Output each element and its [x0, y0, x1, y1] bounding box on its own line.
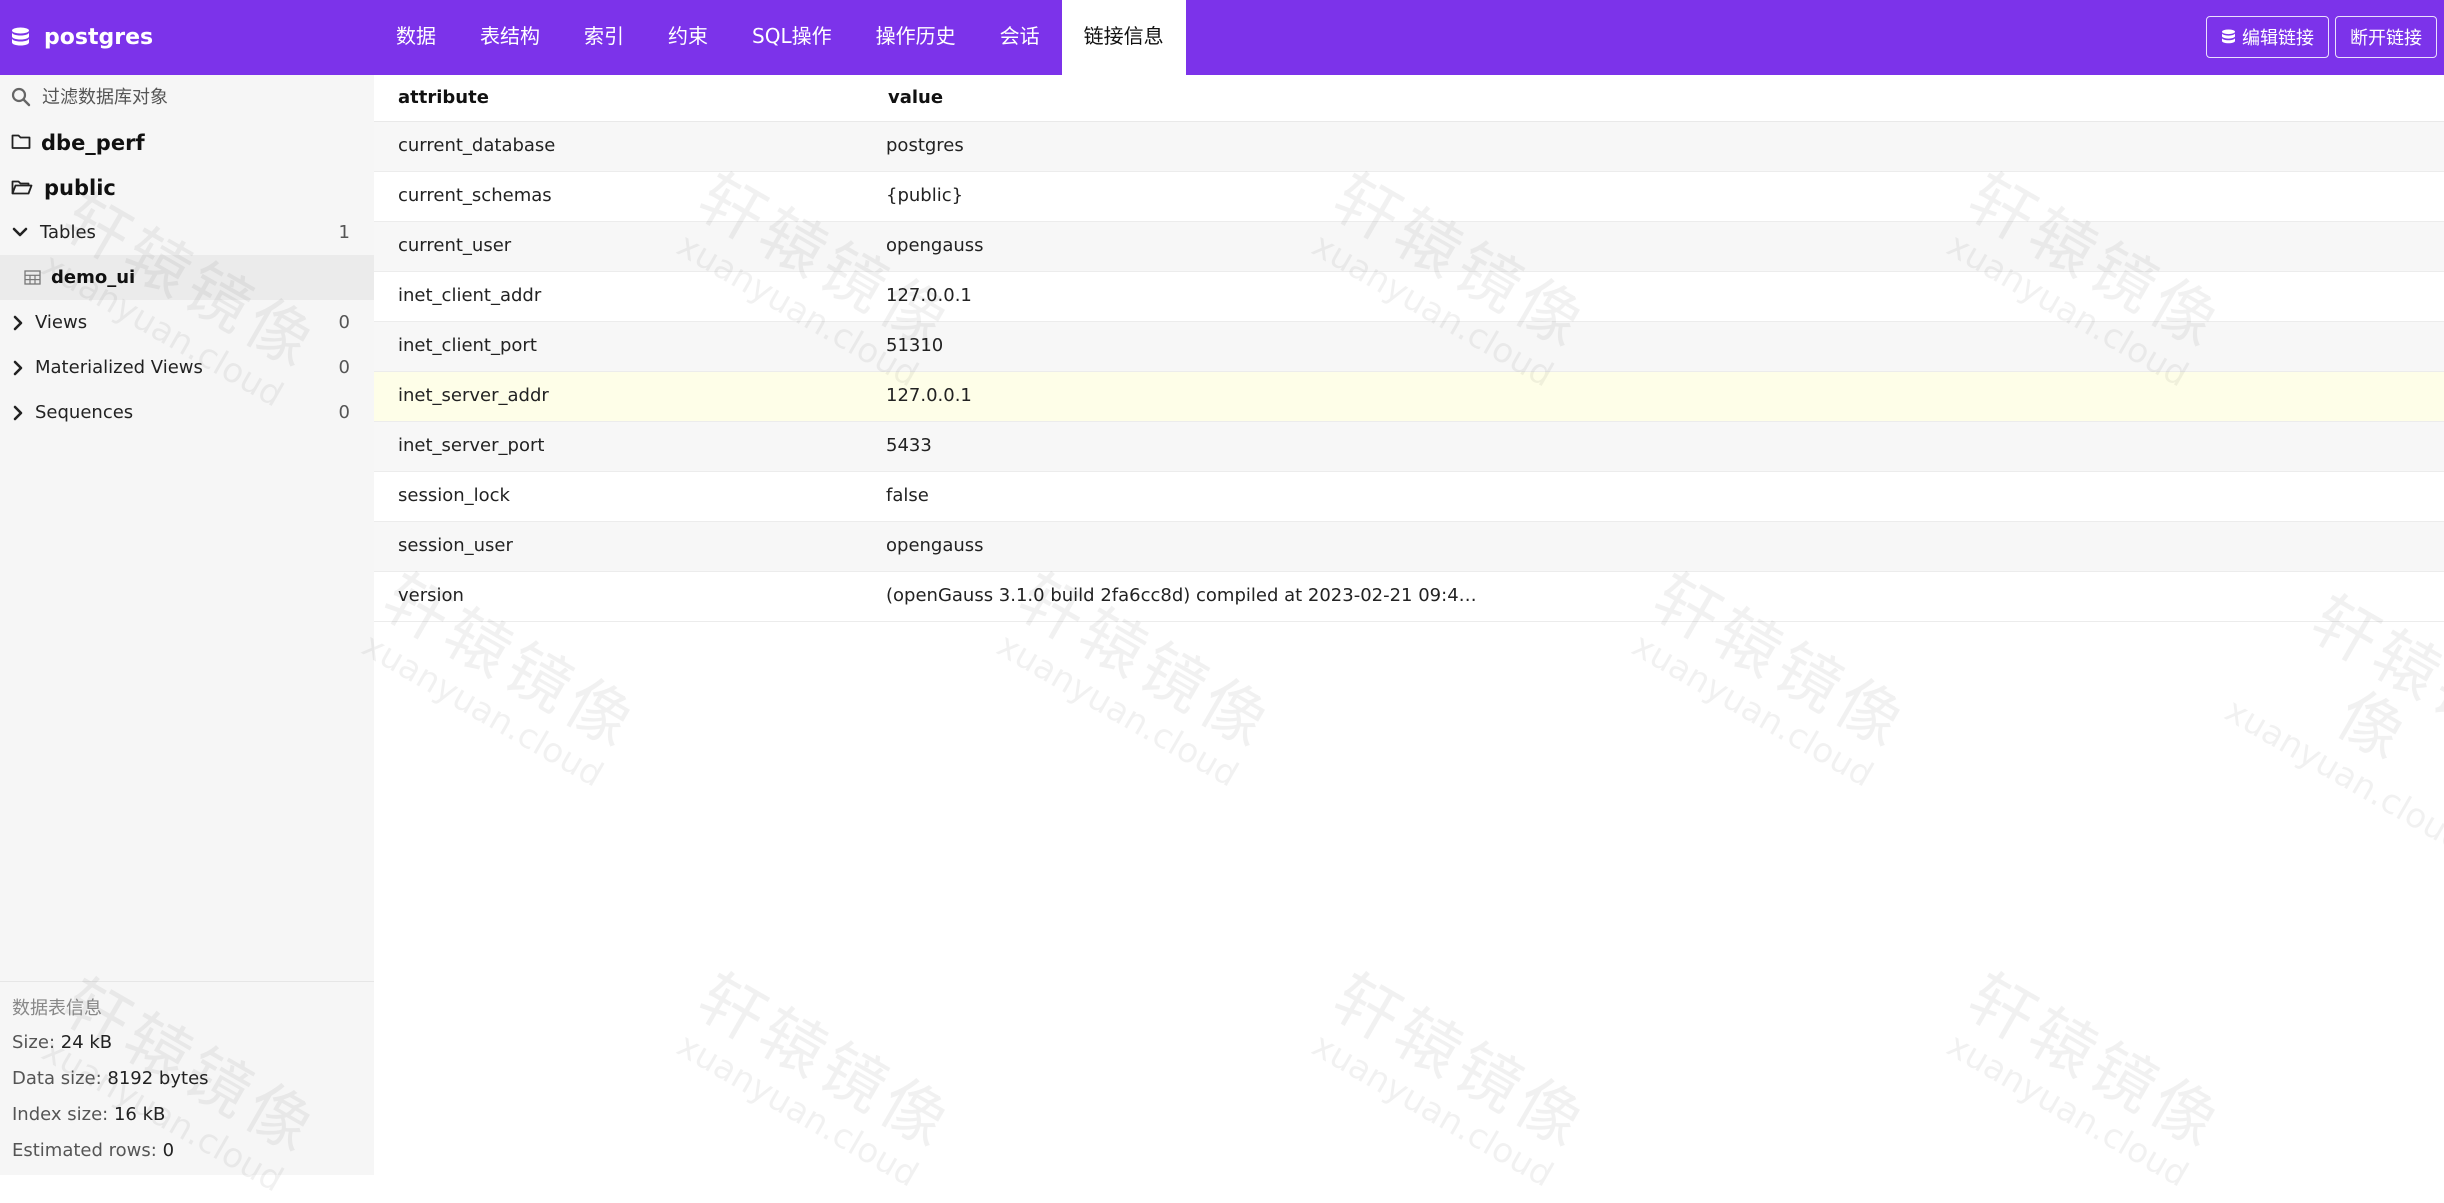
- schema-name: dbe_perf: [41, 130, 145, 155]
- table-row[interactable]: current_schemas {public}: [374, 172, 2444, 222]
- tab-connection-info[interactable]: 链接信息: [1061, 0, 1186, 75]
- value-cell: (openGauss 3.1.0 build 2fa6cc8d) compile…: [886, 585, 1477, 606]
- value-cell: opengauss: [886, 235, 984, 256]
- table-row[interactable]: current_database postgres: [374, 122, 2444, 172]
- value-cell: {public}: [886, 185, 964, 206]
- group-label: Materialized Views: [35, 357, 203, 378]
- table-row[interactable]: inet_server_port 5433: [374, 422, 2444, 472]
- tab-sql[interactable]: SQL操作: [730, 0, 854, 75]
- table-row[interactable]: version (openGauss 3.1.0 build 2fa6cc8d)…: [374, 572, 2444, 622]
- attribute-cell: inet_client_port: [398, 335, 537, 356]
- schema-item-public[interactable]: public: [0, 165, 374, 210]
- search-icon: [11, 87, 31, 107]
- table-row[interactable]: inet_client_addr 127.0.0.1: [374, 272, 2444, 322]
- tab-indexes[interactable]: 索引: [562, 0, 646, 75]
- table-icon: [24, 270, 41, 285]
- table-row[interactable]: session_user opengauss: [374, 522, 2444, 572]
- table-header: attribute value: [374, 75, 2444, 122]
- info-rows-value: 0: [162, 1140, 175, 1161]
- value-cell: 51310: [886, 335, 944, 356]
- info-size-value: 24 kB: [60, 1032, 113, 1053]
- attribute-cell: current_database: [398, 135, 556, 156]
- group-label: Tables: [40, 222, 96, 243]
- folder-icon: [11, 134, 31, 149]
- table-item-demo-ui[interactable]: demo_ui: [0, 255, 374, 300]
- info-data-size-label: Data size:: [12, 1068, 102, 1089]
- disconnect-label: 断开链接: [2350, 28, 2422, 49]
- info-data-size: Data size: 8192 bytes: [12, 1068, 209, 1089]
- group-tables[interactable]: Tables 1: [0, 210, 374, 255]
- info-size: Size: 24 kB: [12, 1032, 112, 1053]
- info-rows-label: Estimated rows:: [12, 1140, 157, 1161]
- table-info-panel: 数据表信息 Size: 24 kB Data size: 8192 bytes …: [0, 981, 374, 1176]
- object-filter: [0, 75, 374, 119]
- edit-connection-button[interactable]: 编辑链接: [2206, 16, 2329, 58]
- disconnect-button[interactable]: 断开链接: [2335, 16, 2437, 58]
- value-cell: 5433: [886, 435, 932, 456]
- info-size-label: Size:: [12, 1032, 56, 1053]
- database-icon: [12, 27, 29, 45]
- value-cell: 127.0.0.1: [886, 285, 972, 306]
- group-count: 0: [338, 402, 350, 423]
- group-views[interactable]: Views 0: [0, 300, 374, 345]
- group-count: 1: [338, 222, 350, 243]
- tab-data[interactable]: 数据: [374, 0, 458, 75]
- attribute-cell: inet_server_addr: [398, 385, 549, 406]
- info-index-size-value: 16 kB: [113, 1104, 166, 1125]
- group-sequences[interactable]: Sequences 0: [0, 390, 374, 435]
- chevron-right-icon: [13, 360, 23, 376]
- table-info-title: 数据表信息: [12, 998, 102, 1019]
- info-data-size-value: 8192 bytes: [107, 1068, 209, 1089]
- database-name: postgres: [44, 25, 154, 50]
- column-header-attribute: attribute: [398, 87, 489, 108]
- top-actions: 编辑链接 断开链接: [2206, 16, 2437, 58]
- connection-info-panel: attribute value current_database postgre…: [374, 75, 2444, 1175]
- attribute-cell: inet_client_addr: [398, 285, 542, 306]
- attribute-cell: current_schemas: [398, 185, 552, 206]
- column-header-value: value: [888, 87, 944, 108]
- chevron-down-icon: [12, 227, 28, 237]
- group-count: 0: [338, 312, 350, 333]
- table-name: demo_ui: [51, 267, 136, 288]
- folder-open-icon: [11, 180, 33, 195]
- brand: postgres: [0, 0, 374, 75]
- tab-history[interactable]: 操作历史: [854, 0, 978, 75]
- group-count: 0: [338, 357, 350, 378]
- group-materialized-views[interactable]: Materialized Views 0: [0, 345, 374, 390]
- database-icon: [2222, 29, 2235, 43]
- schema-item-dbe-perf[interactable]: dbe_perf: [0, 120, 374, 165]
- chevron-right-icon: [13, 405, 23, 421]
- attribute-cell: current_user: [398, 235, 512, 256]
- top-bar: postgres 数据 表结构 索引 约束 SQL操作 操作历史 会话 链接信息…: [0, 0, 2444, 75]
- schema-name: public: [44, 175, 116, 200]
- info-estimated-rows: Estimated rows: 0: [12, 1140, 174, 1161]
- tab-constraints[interactable]: 约束: [646, 0, 730, 75]
- value-cell: 127.0.0.1: [886, 385, 972, 406]
- group-label: Views: [35, 312, 88, 333]
- table-row[interactable]: inet_server_addr 127.0.0.1: [374, 372, 2444, 422]
- tab-sessions[interactable]: 会话: [978, 0, 1062, 75]
- info-index-size-label: Index size:: [12, 1104, 109, 1125]
- info-index-size: Index size: 16 kB: [12, 1104, 165, 1125]
- attribute-cell: version: [398, 585, 464, 606]
- value-cell: opengauss: [886, 535, 984, 556]
- attribute-cell: session_lock: [398, 485, 510, 506]
- table-row[interactable]: inet_client_port 51310: [374, 322, 2444, 372]
- sidebar: dbe_perf public Tables 1 demo_ui View: [0, 75, 374, 1175]
- tab-bar: 数据 表结构 索引 约束 SQL操作 操作历史 会话 链接信息: [374, 0, 1186, 75]
- filter-input[interactable]: [42, 81, 362, 113]
- table-row[interactable]: current_user opengauss: [374, 222, 2444, 272]
- value-cell: postgres: [886, 135, 964, 156]
- group-label: Sequences: [35, 402, 134, 423]
- tab-structure[interactable]: 表结构: [458, 0, 562, 75]
- chevron-right-icon: [13, 315, 23, 331]
- value-cell: false: [886, 485, 929, 506]
- table-row[interactable]: session_lock false: [374, 472, 2444, 522]
- attribute-cell: session_user: [398, 535, 513, 556]
- edit-connection-label: 编辑链接: [2242, 28, 2314, 49]
- attribute-cell: inet_server_port: [398, 435, 545, 456]
